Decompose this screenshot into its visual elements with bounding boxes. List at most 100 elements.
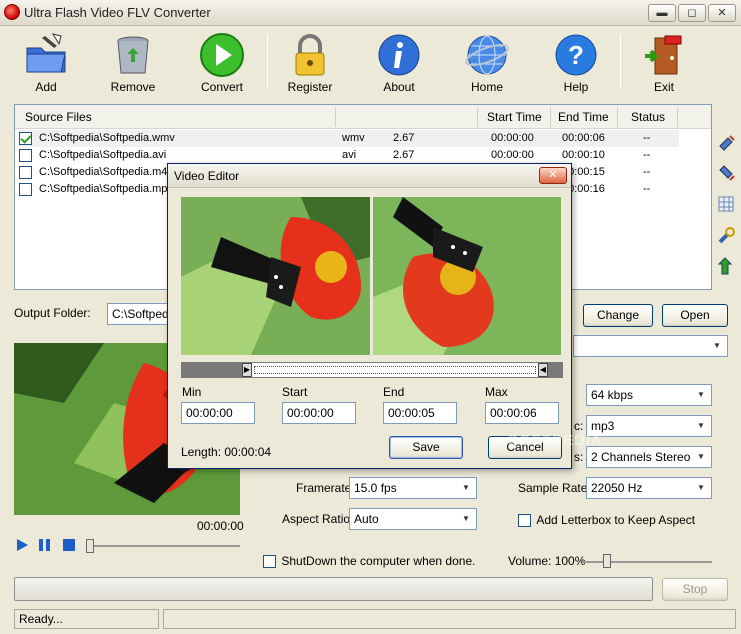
aspect-ratio-dropdown[interactable]: Auto ▼ bbox=[349, 508, 477, 530]
audio-bitrate-dropdown[interactable]: 64 kbps ▼ bbox=[586, 384, 712, 406]
register-label: Register bbox=[287, 80, 333, 94]
toolbar-separator bbox=[267, 34, 268, 88]
svg-text:?: ? bbox=[568, 40, 584, 70]
help-icon: ? bbox=[553, 32, 599, 78]
min-time-field[interactable]: 00:00:00 bbox=[181, 402, 255, 424]
end-label: End bbox=[383, 385, 405, 399]
audio-bitrate-value: 64 kbps bbox=[591, 388, 634, 402]
row-checkbox[interactable] bbox=[19, 148, 32, 162]
volume-handle[interactable] bbox=[603, 554, 611, 568]
row-size: 2.67 bbox=[393, 132, 415, 144]
remove-label: Remove bbox=[110, 80, 156, 94]
letterbox-checkbox[interactable] bbox=[518, 514, 531, 528]
dialog-close-button[interactable]: ✕ bbox=[539, 167, 567, 184]
trim-after-region bbox=[548, 363, 562, 377]
volume-label: Volume: 100% bbox=[508, 554, 586, 568]
maximize-button[interactable]: ◻ bbox=[678, 4, 706, 22]
exit-label: Exit bbox=[653, 80, 674, 94]
codec-label: c: bbox=[574, 419, 584, 433]
change-button[interactable]: Change bbox=[583, 304, 653, 327]
pause-icon[interactable] bbox=[38, 538, 52, 552]
start-label: Start bbox=[282, 385, 308, 399]
row-status: -- bbox=[643, 132, 651, 144]
shutdown-checkbox[interactable] bbox=[263, 555, 276, 569]
exit-button[interactable]: Exit bbox=[629, 28, 699, 98]
end-time-field[interactable]: 00:00:05 bbox=[383, 402, 457, 424]
aspect-ratio-value: Auto bbox=[354, 512, 379, 526]
stop-icon[interactable] bbox=[62, 538, 76, 552]
audio-codec-value: mp3 bbox=[591, 419, 615, 433]
sample-rate-dropdown[interactable]: 22050 Hz ▼ bbox=[586, 477, 712, 499]
audio-codec-dropdown[interactable]: mp3 ▼ bbox=[586, 415, 712, 437]
title-bar: Ultra Flash Video FLV Converter ▬ ◻ ✕ bbox=[0, 0, 741, 26]
chevron-down-icon: ▼ bbox=[462, 514, 470, 523]
close-button[interactable]: ✕ bbox=[708, 4, 736, 22]
shutdown-row[interactable]: ShutDown the computer when done. bbox=[263, 554, 475, 569]
start-time-field[interactable]: 00:00:00 bbox=[282, 402, 356, 424]
status-bar-text: Ready... bbox=[14, 609, 159, 629]
lock-icon bbox=[287, 32, 333, 78]
move-down-icon[interactable] bbox=[716, 164, 736, 184]
convert-label: Convert bbox=[200, 80, 244, 94]
row-name: C:\Softpedia\Softpedia.mpe bbox=[39, 183, 174, 195]
output-folder-label: Output Folder: bbox=[14, 306, 91, 320]
trim-selected-region bbox=[254, 366, 536, 374]
header-start[interactable]: Start Time bbox=[487, 105, 542, 129]
dialog-title: Video Editor bbox=[174, 169, 240, 183]
minimize-button[interactable]: ▬ bbox=[648, 4, 676, 22]
chevron-down-icon: ▼ bbox=[697, 483, 705, 492]
framerate-dropdown[interactable]: 15.0 fps ▼ bbox=[349, 477, 477, 499]
add-button[interactable]: Add bbox=[11, 28, 81, 98]
move-up-icon[interactable] bbox=[716, 132, 736, 152]
row-checkbox[interactable] bbox=[19, 182, 32, 196]
remove-button[interactable]: Remove bbox=[98, 28, 168, 98]
help-button[interactable]: ? Help bbox=[541, 28, 611, 98]
seek-track[interactable] bbox=[92, 545, 240, 547]
header-source[interactable]: Source Files bbox=[25, 105, 92, 129]
trim-start-handle[interactable]: ▶ bbox=[242, 363, 252, 377]
trim-range-track[interactable]: ▶ ◀ bbox=[181, 362, 563, 378]
about-button[interactable]: About bbox=[364, 28, 434, 98]
app-icon bbox=[4, 4, 20, 20]
register-button[interactable]: Register bbox=[275, 28, 345, 98]
framerate-value: 15.0 fps bbox=[354, 481, 397, 495]
row-type: wmv bbox=[342, 132, 365, 144]
volume-track[interactable] bbox=[582, 561, 712, 563]
save-button[interactable]: Save bbox=[389, 436, 463, 459]
home-button[interactable]: Home bbox=[452, 28, 522, 98]
convert-button[interactable]: Convert bbox=[187, 28, 257, 98]
settings-tool-icon[interactable] bbox=[716, 226, 736, 246]
play-icon[interactable] bbox=[15, 538, 29, 552]
row-checkbox[interactable] bbox=[19, 165, 32, 179]
row-checkbox[interactable] bbox=[19, 131, 32, 145]
row-status: -- bbox=[643, 166, 651, 178]
export-arrow-icon[interactable] bbox=[716, 256, 736, 276]
audio-channels-value: 2 Channels Stereo bbox=[591, 450, 691, 464]
sample-rate-label: Sample Rate: bbox=[518, 481, 591, 495]
table-row[interactable]: C:\Softpedia\Softpedia.avi avi 2.67 00:0… bbox=[19, 147, 679, 164]
seek-handle[interactable] bbox=[86, 539, 94, 553]
max-time-field[interactable]: 00:00:06 bbox=[485, 402, 559, 424]
grid-icon[interactable] bbox=[716, 194, 736, 214]
table-row[interactable]: C:\Softpedia\Softpedia.wmv wmv 2.67 00:0… bbox=[19, 130, 679, 147]
add-label: Add bbox=[35, 80, 57, 94]
trim-end-handle[interactable]: ◀ bbox=[538, 363, 548, 377]
header-status[interactable]: Status bbox=[631, 105, 665, 129]
exit-door-icon bbox=[641, 32, 687, 78]
row-end: 00:00:10 bbox=[562, 149, 605, 161]
globe-icon bbox=[464, 32, 510, 78]
chevron-down-icon: ▼ bbox=[697, 452, 705, 461]
chevron-down-icon: ▼ bbox=[462, 483, 470, 492]
output-folder-field[interactable]: C:\Softpedia bbox=[107, 303, 169, 325]
audio-channels-dropdown[interactable]: 2 Channels Stereo ▼ bbox=[586, 446, 712, 468]
header-end[interactable]: End Time bbox=[558, 105, 609, 129]
letterbox-checkbox-row[interactable]: Add Letterbox to Keep Aspect bbox=[518, 513, 695, 528]
profile-dropdown[interactable]: ▼ bbox=[573, 335, 728, 357]
chevron-down-icon: ▼ bbox=[713, 341, 721, 350]
stop-button[interactable]: Stop bbox=[662, 578, 728, 601]
preview-time: 00:00:00 bbox=[197, 519, 244, 533]
help-label: Help bbox=[563, 80, 589, 94]
softpedia-watermark: SOFTPEDIA bbox=[508, 432, 603, 449]
row-size: 2.67 bbox=[393, 149, 415, 161]
open-button[interactable]: Open bbox=[662, 304, 728, 327]
